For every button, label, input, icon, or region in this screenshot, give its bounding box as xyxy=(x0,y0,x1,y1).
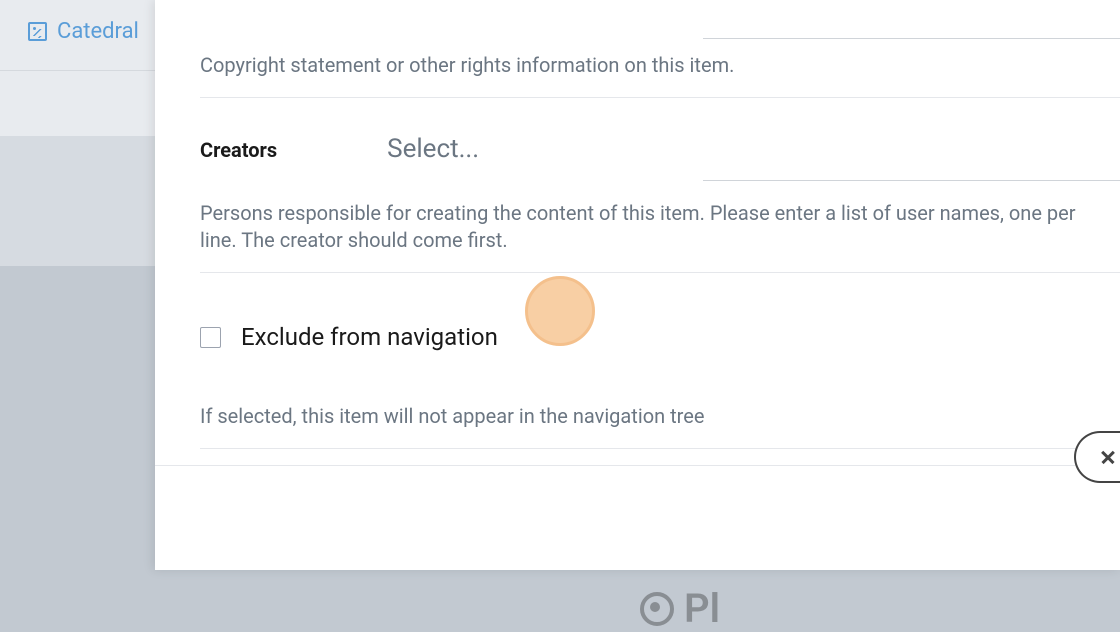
modal-footer-divider xyxy=(155,465,1120,466)
footer-logo: Pl xyxy=(640,585,720,632)
copyright-input-underline[interactable] xyxy=(703,38,1120,39)
exclude-from-navigation-row[interactable]: Exclude from navigation xyxy=(200,323,1120,351)
background-toolbar-strip xyxy=(0,71,155,136)
exclude-label: Exclude from navigation xyxy=(241,323,498,351)
plone-logo-icon xyxy=(640,592,674,626)
creators-input-underline[interactable] xyxy=(703,180,1120,181)
field-divider xyxy=(200,272,1120,273)
sidebar-item-label: Catedral xyxy=(57,19,139,44)
image-icon xyxy=(28,22,47,41)
copyright-help-text: Copyright statement or other rights info… xyxy=(200,0,1120,79)
exclude-checkbox[interactable] xyxy=(200,327,221,348)
creators-select[interactable]: Select... xyxy=(387,134,479,164)
field-divider xyxy=(200,97,1120,98)
creators-label: Creators xyxy=(200,138,277,162)
edit-modal: Copyright statement or other rights info… xyxy=(155,0,1120,570)
background-header: Catedral xyxy=(0,0,155,71)
exclude-help-text: If selected, this item will not appear i… xyxy=(200,403,1120,430)
background-panel xyxy=(0,136,155,266)
cursor-highlight xyxy=(525,276,595,346)
field-divider xyxy=(200,448,1120,449)
close-button[interactable] xyxy=(1074,431,1120,483)
plone-logo-text: Pl xyxy=(684,585,720,632)
creators-help-text: Persons responsible for creating the con… xyxy=(200,200,1120,254)
sidebar-item-catedral[interactable]: Catedral xyxy=(28,19,139,44)
